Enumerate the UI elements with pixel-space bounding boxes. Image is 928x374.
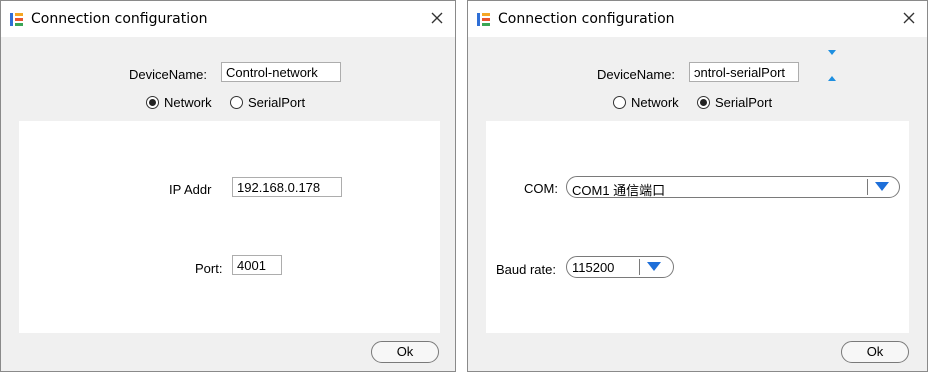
serial-settings-panel: COM: COM1 通信端口 Baud rate: 115200 bbox=[486, 121, 909, 333]
device-name-input[interactable]: ɔntrol-serialPort bbox=[689, 62, 799, 82]
spinner-up-icon[interactable] bbox=[828, 50, 836, 55]
title-bar: Connection configuration bbox=[1, 1, 455, 37]
com-select[interactable]: COM1 通信端口 bbox=[566, 176, 900, 198]
serialport-radio[interactable] bbox=[697, 96, 710, 109]
close-icon bbox=[903, 12, 915, 24]
app-logo-icon bbox=[10, 13, 23, 26]
serialport-radio-label: SerialPort bbox=[715, 95, 773, 110]
connection-dialog-network: Connection configuration DeviceName: Con… bbox=[0, 0, 456, 372]
device-name-label: DeviceName: bbox=[597, 67, 676, 82]
port-input[interactable]: 4001 bbox=[232, 255, 282, 275]
network-radio-label: Network bbox=[631, 95, 679, 110]
connection-dialog-serialport: Connection configuration DeviceName: ɔnt… bbox=[467, 0, 928, 372]
serialport-radio[interactable] bbox=[230, 96, 243, 109]
ip-addr-label: IP Addr bbox=[169, 182, 212, 197]
baud-rate-select-value: 115200 bbox=[572, 260, 615, 275]
dialog-title: Connection configuration bbox=[498, 11, 675, 27]
close-button[interactable] bbox=[899, 8, 919, 28]
chevron-down-icon bbox=[875, 182, 889, 191]
network-settings-panel: IP Addr 192.168.0.178 Port: 4001 bbox=[19, 121, 440, 333]
network-radio[interactable] bbox=[146, 96, 159, 109]
spinner-down-icon[interactable] bbox=[828, 76, 836, 81]
com-label: COM: bbox=[524, 181, 558, 196]
serialport-radio-label: SerialPort bbox=[248, 95, 306, 110]
device-name-label: DeviceName: bbox=[129, 67, 208, 82]
app-logo-icon bbox=[477, 13, 490, 26]
com-select-value: COM1 通信端口 bbox=[572, 183, 666, 198]
close-icon bbox=[431, 12, 443, 24]
chevron-down-icon bbox=[647, 262, 661, 271]
baud-rate-select[interactable]: 115200 bbox=[566, 256, 674, 278]
network-radio-label: Network bbox=[164, 95, 212, 110]
ok-button[interactable]: Ok bbox=[841, 341, 909, 363]
title-bar: Connection configuration bbox=[468, 1, 927, 37]
dialog-title: Connection configuration bbox=[31, 11, 208, 27]
ok-button[interactable]: Ok bbox=[371, 341, 439, 363]
device-name-input[interactable]: Control-network bbox=[221, 62, 341, 82]
network-radio[interactable] bbox=[613, 96, 626, 109]
baud-rate-label: Baud rate: bbox=[496, 262, 556, 277]
port-label: Port: bbox=[195, 261, 223, 276]
close-button[interactable] bbox=[427, 8, 447, 28]
ip-addr-input[interactable]: 192.168.0.178 bbox=[232, 177, 342, 197]
